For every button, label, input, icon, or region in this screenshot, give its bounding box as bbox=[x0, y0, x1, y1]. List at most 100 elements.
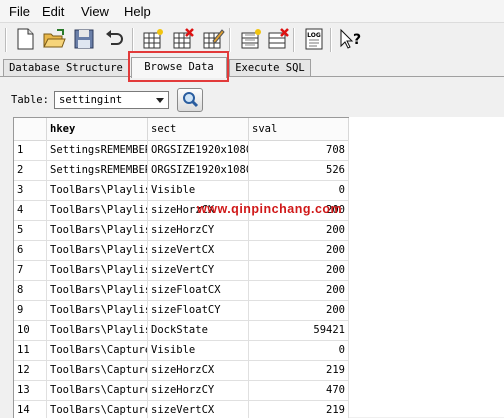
sval-cell[interactable]: 200 bbox=[249, 240, 349, 260]
row-number-cell[interactable]: 11 bbox=[14, 340, 47, 360]
table-row[interactable]: 5 ToolBars\Playlis sizeHorzCY 200 bbox=[14, 220, 349, 241]
sval-cell[interactable]: 200 bbox=[249, 300, 349, 320]
tab-execute-sql[interactable]: Execute SQL bbox=[229, 59, 311, 77]
menu-help[interactable]: Help bbox=[124, 4, 151, 19]
hkey-cell[interactable]: ToolBars\Playlis bbox=[47, 220, 148, 240]
modify-table-icon[interactable] bbox=[201, 27, 225, 51]
sval-cell[interactable]: 59421 bbox=[249, 320, 349, 340]
menu-view[interactable]: View bbox=[81, 4, 109, 19]
row-number-cell[interactable]: 9 bbox=[14, 300, 47, 320]
table-row[interactable]: 3 ToolBars\Playlis Visible 0 bbox=[14, 180, 349, 201]
table-select-value: settingint bbox=[59, 94, 123, 106]
sect-cell[interactable]: ORGSIZE1920x1080 bbox=[148, 160, 249, 180]
undo-icon[interactable] bbox=[102, 27, 126, 51]
table-label: Table: bbox=[11, 94, 49, 106]
table-row[interactable]: 11 ToolBars\Capture Visible 0 bbox=[14, 340, 349, 361]
hkey-cell[interactable]: ToolBars\Playlis bbox=[47, 300, 148, 320]
sval-cell[interactable]: 219 bbox=[249, 400, 349, 418]
hkey-cell[interactable]: ToolBars\Capture bbox=[47, 400, 148, 418]
table-row[interactable]: 12 ToolBars\Capture sizeHorzCX 219 bbox=[14, 360, 349, 381]
sval-cell[interactable]: 708 bbox=[249, 140, 349, 160]
grid-header: hkey sect sval bbox=[14, 118, 349, 141]
table-row[interactable]: 1 SettingsREMEMBER ORGSIZE1920x1080 708 bbox=[14, 140, 349, 161]
table-row[interactable]: 13 ToolBars\Capture sizeHorzCY 470 bbox=[14, 380, 349, 401]
table-row[interactable]: 8 ToolBars\Playlis sizeFloatCX 200 bbox=[14, 280, 349, 301]
sect-cell[interactable]: sizeFloatCY bbox=[148, 300, 249, 320]
tab-database-structure[interactable]: Database Structure bbox=[3, 59, 129, 77]
row-number-cell[interactable]: 13 bbox=[14, 380, 47, 400]
table-row[interactable]: 14 ToolBars\Capture sizeVertCX 219 bbox=[14, 400, 349, 418]
table-row[interactable]: 2 SettingsREMEMBER ORGSIZE1920x1080 526 bbox=[14, 160, 349, 181]
highlight-box bbox=[128, 51, 229, 82]
sval-cell[interactable]: 200 bbox=[249, 280, 349, 300]
svg-text:?: ? bbox=[353, 32, 361, 48]
hkey-cell[interactable]: ToolBars\Capture bbox=[47, 340, 148, 360]
sect-cell[interactable]: sizeFloatCX bbox=[148, 280, 249, 300]
sect-cell[interactable]: sizeHorzCY bbox=[148, 380, 249, 400]
sect-cell[interactable]: ORGSIZE1920x1080 bbox=[148, 140, 249, 160]
log-icon[interactable]: LOG bbox=[302, 27, 326, 51]
row-number-cell[interactable]: 2 bbox=[14, 160, 47, 180]
delete-index-icon[interactable] bbox=[266, 27, 290, 51]
table-row[interactable]: 10 ToolBars\Playlis DockState 59421 bbox=[14, 320, 349, 341]
row-number-cell[interactable]: 4 bbox=[14, 200, 47, 220]
row-number-cell[interactable]: 5 bbox=[14, 220, 47, 240]
hkey-cell[interactable]: SettingsREMEMBER bbox=[47, 160, 148, 180]
row-number-cell[interactable]: 3 bbox=[14, 180, 47, 200]
sect-cell[interactable]: Visible bbox=[148, 180, 249, 200]
sval-cell[interactable]: 526 bbox=[249, 160, 349, 180]
column-header-sval[interactable]: sval bbox=[249, 118, 349, 140]
whats-this-icon[interactable]: ? bbox=[338, 27, 362, 51]
row-number-cell[interactable]: 8 bbox=[14, 280, 47, 300]
sect-cell[interactable]: DockState bbox=[148, 320, 249, 340]
hkey-cell[interactable]: SettingsREMEMBER bbox=[47, 140, 148, 160]
hkey-cell[interactable]: ToolBars\Capture bbox=[47, 360, 148, 380]
hkey-cell[interactable]: ToolBars\Capture bbox=[47, 380, 148, 400]
search-button[interactable] bbox=[177, 88, 203, 112]
column-header-rownum[interactable] bbox=[14, 118, 47, 140]
data-grid[interactable]: hkey sect sval 1 SettingsREMEMBER ORGSIZE1… bbox=[13, 117, 349, 418]
hkey-cell[interactable]: ToolBars\Playlis bbox=[47, 240, 148, 260]
table-select[interactable]: settingint bbox=[54, 91, 169, 109]
sect-cell[interactable]: sizeVertCY bbox=[148, 260, 249, 280]
hkey-cell[interactable]: ToolBars\Playlis bbox=[47, 260, 148, 280]
sval-cell[interactable]: 200 bbox=[249, 260, 349, 280]
row-number-cell[interactable]: 6 bbox=[14, 240, 47, 260]
row-number-cell[interactable]: 1 bbox=[14, 140, 47, 160]
sval-cell[interactable]: 200 bbox=[249, 220, 349, 240]
toolbar: LOG ? bbox=[0, 23, 504, 57]
row-number-cell[interactable]: 12 bbox=[14, 360, 47, 380]
row-number-cell[interactable]: 7 bbox=[14, 260, 47, 280]
table-row[interactable]: 9 ToolBars\Playlis sizeFloatCY 200 bbox=[14, 300, 349, 321]
row-number-cell[interactable]: 10 bbox=[14, 320, 47, 340]
row-number-cell[interactable]: 14 bbox=[14, 400, 47, 418]
grid-empty-area bbox=[348, 117, 504, 417]
save-database-icon[interactable] bbox=[72, 27, 96, 51]
new-database-icon[interactable] bbox=[13, 27, 37, 51]
hkey-cell[interactable]: ToolBars\Playlis bbox=[47, 280, 148, 300]
create-table-icon[interactable] bbox=[141, 27, 165, 51]
create-index-icon[interactable] bbox=[239, 27, 263, 51]
open-database-icon[interactable] bbox=[42, 27, 66, 51]
sval-cell[interactable]: 0 bbox=[249, 180, 349, 200]
sect-cell[interactable]: sizeVertCX bbox=[148, 240, 249, 260]
sect-cell[interactable]: sizeVertCX bbox=[148, 400, 249, 418]
hkey-cell[interactable]: ToolBars\Playlis bbox=[47, 200, 148, 220]
table-row[interactable]: 7 ToolBars\Playlis sizeVertCY 200 bbox=[14, 260, 349, 281]
sval-cell[interactable]: 470 bbox=[249, 380, 349, 400]
menu-edit[interactable]: Edit bbox=[42, 4, 64, 19]
tab-bar: Database Structure Browse Data Execute S… bbox=[0, 57, 504, 78]
sect-cell[interactable]: Visible bbox=[148, 340, 249, 360]
sval-cell[interactable]: 219 bbox=[249, 360, 349, 380]
table-row[interactable]: 6 ToolBars\Playlis sizeVertCX 200 bbox=[14, 240, 349, 261]
hkey-cell[interactable]: ToolBars\Playlis bbox=[47, 320, 148, 340]
sect-cell[interactable]: sizeHorzCX bbox=[148, 360, 249, 380]
sect-cell[interactable]: sizeHorzCY bbox=[148, 220, 249, 240]
menu-file[interactable]: File bbox=[9, 4, 30, 19]
delete-table-icon[interactable] bbox=[171, 27, 195, 51]
column-header-sect[interactable]: sect bbox=[148, 118, 249, 140]
column-header-hkey[interactable]: hkey bbox=[47, 118, 148, 140]
hkey-cell[interactable]: ToolBars\Playlis bbox=[47, 180, 148, 200]
sval-cell[interactable]: 0 bbox=[249, 340, 349, 360]
menu-bar: File Edit View Help bbox=[0, 0, 504, 23]
